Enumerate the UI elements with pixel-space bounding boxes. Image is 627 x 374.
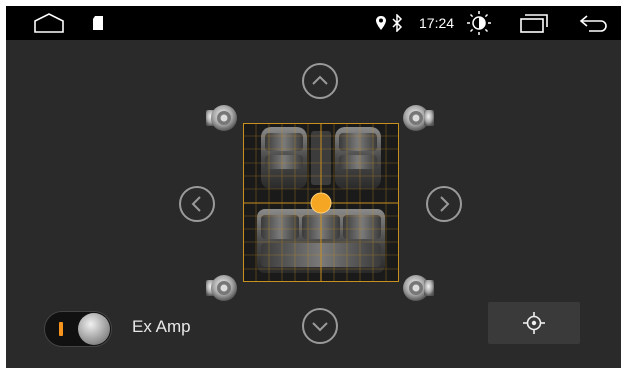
balance-fade-grid[interactable]: [243, 123, 399, 282]
back-icon[interactable]: [579, 13, 609, 33]
speaker-rear-right-icon: [403, 275, 434, 301]
balance-right-button[interactable]: [426, 186, 462, 222]
balance-left-button[interactable]: [179, 186, 215, 222]
ex-amp-label: Ex Amp: [132, 317, 191, 336]
speaker-rear-left-icon: [206, 275, 237, 301]
speaker-front-right-icon: [403, 105, 434, 131]
home-icon[interactable]: [32, 12, 66, 34]
fade-down-button[interactable]: [302, 308, 338, 344]
center-balance-button[interactable]: [488, 302, 580, 344]
status-time: 17:24: [419, 15, 455, 31]
chevron-down-icon: [312, 322, 328, 332]
chevron-right-icon: [440, 196, 450, 212]
bluetooth-icon: [392, 14, 403, 32]
toggle-knob: [78, 313, 110, 345]
chevron-up-icon: [312, 75, 328, 85]
toggle-indicator: [59, 322, 63, 336]
brightness-icon[interactable]: [466, 10, 492, 36]
crosshair-icon: [523, 312, 545, 334]
ex-amp-toggle[interactable]: [44, 311, 112, 347]
balance-fader-screen: 17:24 Ex Amp: [6, 6, 621, 368]
location-icon: [376, 16, 386, 30]
speaker-front-left-icon: [206, 105, 237, 131]
car-seats-image: [243, 123, 399, 282]
fade-up-button[interactable]: [302, 63, 338, 99]
status-bar: 17:24: [6, 6, 621, 40]
chevron-left-icon: [191, 196, 201, 212]
recent-apps-icon[interactable]: [519, 13, 549, 33]
balance-position-handle[interactable]: [310, 192, 332, 214]
sd-card-icon: [93, 16, 103, 30]
